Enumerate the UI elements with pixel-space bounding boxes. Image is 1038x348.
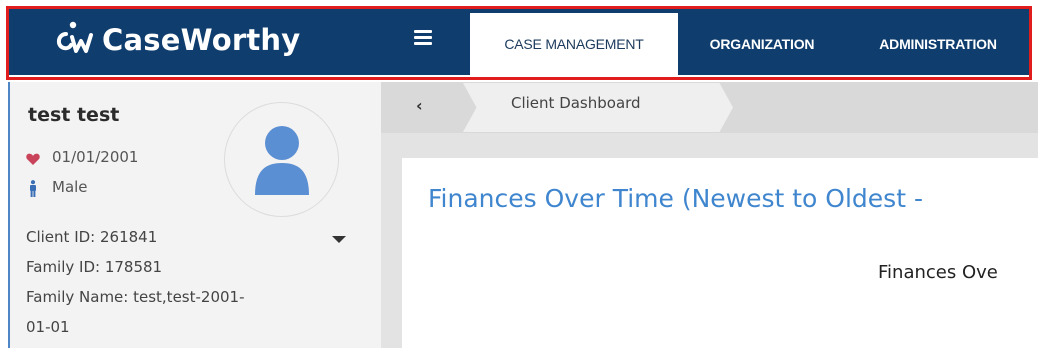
client-details-dropdown-icon[interactable] xyxy=(332,236,346,243)
section-title: Finances Over Time (Newest to Oldest - xyxy=(428,184,923,213)
client-dob: 01/01/2001 xyxy=(52,148,139,166)
male-person-icon xyxy=(30,180,36,197)
client-name: test test xyxy=(28,104,120,126)
person-avatar-icon xyxy=(255,126,309,195)
family-id: Family ID: 178581 xyxy=(26,258,163,276)
breadcrumb-label: Client Dashboard xyxy=(511,94,641,112)
client-id: Client ID: 261841 xyxy=(26,228,158,246)
family-name-continued: 01-01 xyxy=(26,318,70,336)
client-gender: Male xyxy=(52,178,88,196)
tab-case-management[interactable]: CASE MANAGEMENT xyxy=(470,13,678,75)
tab-label: ADMINISTRATION xyxy=(879,36,997,52)
heart-icon xyxy=(26,153,40,165)
back-chevron-icon[interactable]: ‹ xyxy=(416,96,423,115)
client-avatar xyxy=(224,102,339,217)
caseworthy-logo[interactable]: CaseWorthy xyxy=(52,18,300,62)
tab-administration[interactable]: ADMINISTRATION xyxy=(858,13,1018,75)
tab-label: CASE MANAGEMENT xyxy=(504,36,644,52)
family-name: Family Name: test,test-2001- xyxy=(26,288,245,306)
caseworthy-logo-icon xyxy=(57,21,93,53)
tab-organization[interactable]: ORGANIZATION xyxy=(688,13,836,75)
menu-toggle-icon[interactable] xyxy=(414,30,432,46)
chart-title: Finances Ove xyxy=(878,262,998,283)
brand-name: CaseWorthy xyxy=(102,23,301,57)
tab-label: ORGANIZATION xyxy=(709,36,815,52)
